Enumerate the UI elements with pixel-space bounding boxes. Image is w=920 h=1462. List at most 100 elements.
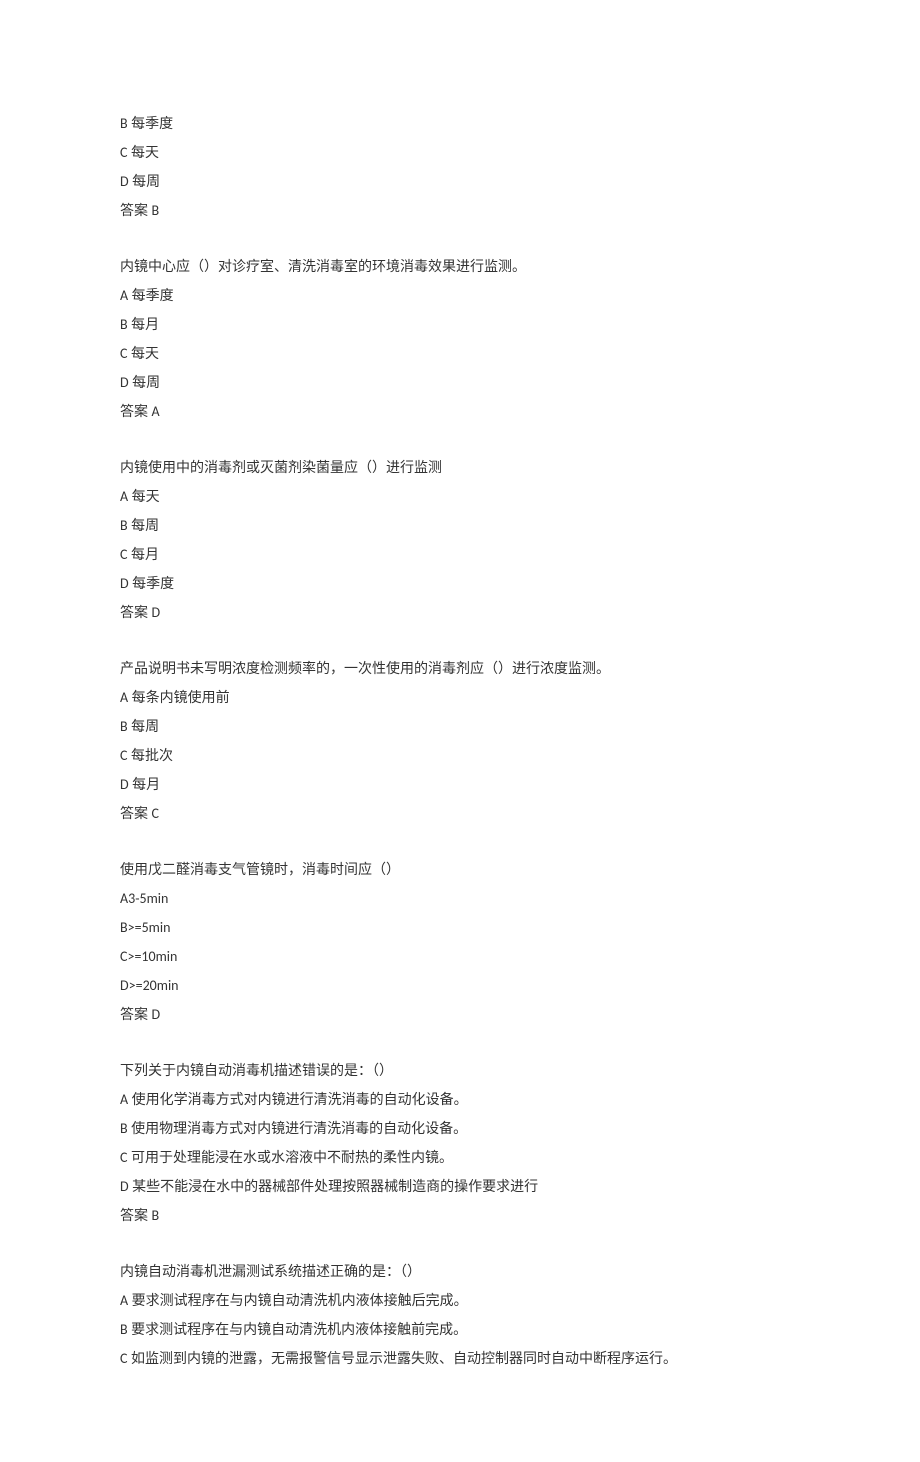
option-label: D xyxy=(120,1178,129,1195)
question-block: 内镜中心应（）对诊疗室、清洗消毒室的环境消毒效果进行监测。A 每季度B 每月C … xyxy=(120,254,800,427)
document-content: B 每季度C 每天D 每周答案 B内镜中心应（）对诊疗室、清洗消毒室的环境消毒效… xyxy=(120,110,800,1374)
option-line: C 每月 xyxy=(120,541,800,570)
answer-label: 答案 xyxy=(120,606,148,621)
option-text: 3-5min xyxy=(128,890,168,907)
option-label: C xyxy=(120,546,127,563)
answer-value: C xyxy=(152,805,159,822)
answer-value: A xyxy=(152,403,160,420)
answer-line: 答案 A xyxy=(120,398,800,427)
option-text: 每月 xyxy=(131,548,159,563)
option-text: 每条内镜使用前 xyxy=(132,691,230,706)
answer-line: 答案 D xyxy=(120,1001,800,1030)
question-block: 产品说明书未写明浓度检测频率的，一次性使用的消毒剂应（）进行浓度监测。A 每条内… xyxy=(120,656,800,829)
answer-value: D xyxy=(152,604,161,621)
option-text: 每天 xyxy=(131,146,159,161)
option-line: C>=10min xyxy=(120,943,800,972)
option-label: C xyxy=(120,1350,127,1367)
option-line: C 如监测到内镜的泄露，无需报警信号显示泄露失败、自动控制器同时自动中断程序运行… xyxy=(120,1345,800,1374)
option-line: A 每季度 xyxy=(120,282,800,311)
answer-line: 答案 D xyxy=(120,599,800,628)
question-block: 使用戊二醛消毒支气管镜时，消毒时间应（）A3-5minB>=5minC>=10m… xyxy=(120,857,800,1030)
option-line: A 每天 xyxy=(120,483,800,512)
option-text: 每周 xyxy=(131,720,159,735)
option-text: 某些不能浸在水中的器械部件处理按照器械制造商的操作要求进行 xyxy=(132,1180,538,1195)
question-block: 下列关于内镜自动消毒机描述错误的是：（）A 使用化学消毒方式对内镜进行清洗消毒的… xyxy=(120,1058,800,1231)
option-label: D xyxy=(120,575,129,592)
option-line: D 某些不能浸在水中的器械部件处理按照器械制造商的操作要求进行 xyxy=(120,1173,800,1202)
option-label: A xyxy=(120,1091,128,1108)
option-line: B 使用物理消毒方式对内镜进行清洗消毒的自动化设备。 xyxy=(120,1115,800,1144)
option-label: B xyxy=(120,919,128,936)
option-text: 每周 xyxy=(131,519,159,534)
answer-value: B xyxy=(152,202,160,219)
option-text: >=5min xyxy=(128,919,171,936)
question-stem: 内镜中心应（）对诊疗室、清洗消毒室的环境消毒效果进行监测。 xyxy=(120,254,800,282)
option-text: 如监测到内镜的泄露，无需报警信号显示泄露失败、自动控制器同时自动中断程序运行。 xyxy=(131,1352,677,1367)
option-line: A 使用化学消毒方式对内镜进行清洗消毒的自动化设备。 xyxy=(120,1086,800,1115)
option-text: 每周 xyxy=(132,175,160,190)
option-line: D>=20min xyxy=(120,972,800,1001)
option-text: 每批次 xyxy=(131,749,173,764)
option-label: A xyxy=(120,488,128,505)
option-text: >=10min xyxy=(127,948,177,965)
option-line: B 每月 xyxy=(120,311,800,340)
question-stem: 内镜自动消毒机泄漏测试系统描述正确的是：（） xyxy=(120,1259,800,1287)
answer-label: 答案 xyxy=(120,1008,148,1023)
option-line: C 每批次 xyxy=(120,742,800,771)
option-label: C xyxy=(120,345,127,362)
option-label: B xyxy=(120,115,128,132)
option-line: A 每条内镜使用前 xyxy=(120,684,800,713)
option-text: 每季度 xyxy=(131,117,173,132)
option-line: D 每周 xyxy=(120,168,800,197)
option-text: 每周 xyxy=(132,376,160,391)
option-text: 使用化学消毒方式对内镜进行清洗消毒的自动化设备。 xyxy=(132,1093,468,1108)
option-line: B 每周 xyxy=(120,512,800,541)
option-text: 每季度 xyxy=(132,289,174,304)
option-label: A xyxy=(120,1292,128,1309)
option-text: 每天 xyxy=(131,347,159,362)
question-block: 内镜自动消毒机泄漏测试系统描述正确的是：（） A 要求测试程序在与内镜自动清洗机内… xyxy=(120,1259,800,1374)
option-line: B 每周 xyxy=(120,713,800,742)
option-label: C xyxy=(120,144,127,161)
option-line: D 每周 xyxy=(120,369,800,398)
option-line: D 每季度 xyxy=(120,570,800,599)
option-line: B 每季度 xyxy=(120,110,800,139)
question-stem: 使用戊二醛消毒支气管镜时，消毒时间应（） xyxy=(120,857,800,885)
option-label: B xyxy=(120,517,128,534)
option-label: B xyxy=(120,1321,128,1338)
option-label: D xyxy=(120,374,129,391)
option-line: A3-5min xyxy=(120,885,800,914)
question-block: 内镜使用中的消毒剂或灭菌剂染菌量应（）进行监测A 每天B 每周C 每月D 每季度… xyxy=(120,455,800,628)
option-line: D 每月 xyxy=(120,771,800,800)
answer-line: 答案 C xyxy=(120,800,800,829)
option-text: 要求测试程序在与内镜自动清洗机内液体接触前完成。 xyxy=(131,1323,467,1338)
option-text: 每天 xyxy=(132,490,160,505)
option-label: A xyxy=(120,890,128,907)
option-text: >=20min xyxy=(129,977,179,994)
question-block: B 每季度C 每天D 每周答案 B xyxy=(120,110,800,226)
option-label: B xyxy=(120,316,128,333)
question-stem: 下列关于内镜自动消毒机描述错误的是：（） xyxy=(120,1058,800,1086)
question-stem: 内镜使用中的消毒剂或灭菌剂染菌量应（）进行监测 xyxy=(120,455,800,483)
option-label: D xyxy=(120,173,129,190)
option-line: C 每天 xyxy=(120,340,800,369)
answer-label: 答案 xyxy=(120,807,148,822)
option-label: D xyxy=(120,776,129,793)
answer-line: 答案 B xyxy=(120,197,800,226)
option-label: C xyxy=(120,1149,127,1166)
option-label: C xyxy=(120,747,127,764)
option-text: 每季度 xyxy=(132,577,174,592)
option-label: B xyxy=(120,1120,128,1137)
option-line: C 可用于处理能浸在水或水溶液中不耐热的柔性内镜。 xyxy=(120,1144,800,1173)
option-line: C 每天 xyxy=(120,139,800,168)
option-text: 使用物理消毒方式对内镜进行清洗消毒的自动化设备。 xyxy=(131,1122,467,1137)
option-text: 每月 xyxy=(131,318,159,333)
option-label: A xyxy=(120,689,128,706)
answer-value: B xyxy=(152,1207,160,1224)
answer-label: 答案 xyxy=(120,405,148,420)
answer-line: 答案 B xyxy=(120,1202,800,1231)
option-text: 可用于处理能浸在水或水溶液中不耐热的柔性内镜。 xyxy=(131,1151,453,1166)
answer-label: 答案 xyxy=(120,204,148,219)
answer-label: 答案 xyxy=(120,1209,148,1224)
option-text: 每月 xyxy=(132,778,160,793)
